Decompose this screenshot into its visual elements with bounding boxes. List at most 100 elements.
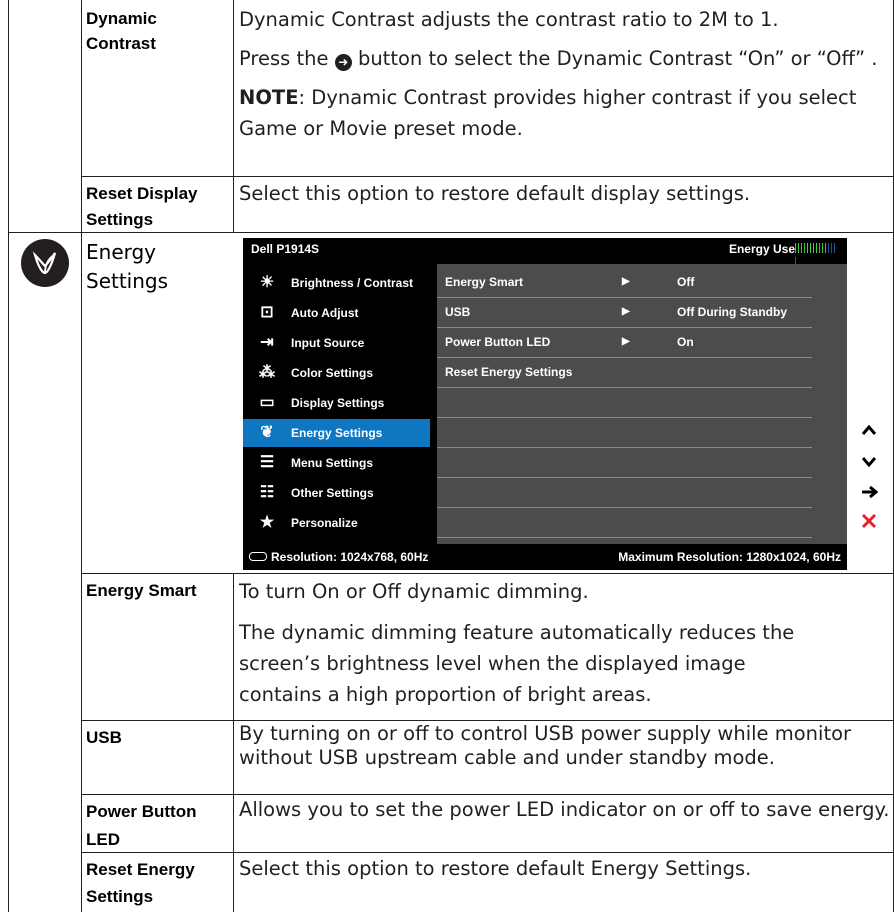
energy-meter-bar: [801, 243, 802, 253]
energy-meter-bar: [822, 243, 823, 253]
energy-leaf-icon: ❦: [260, 424, 274, 441]
osd-option-value: On: [677, 335, 694, 349]
table-border-left: [8, 0, 9, 912]
osd-option-name: Reset Energy Settings: [445, 365, 573, 379]
table-divider-col1: [81, 0, 82, 912]
osd-menu-screenshot: Dell P1914S Energy Use ☀ Brightness / Con…: [243, 238, 847, 570]
table-divider-col2b: [233, 573, 234, 912]
note-text: : Dynamic Contrast provides higher contr…: [239, 86, 857, 140]
auto-adjust-icon: ⊡: [260, 304, 274, 321]
press-text-2: button to select the Dynamic Contrast “O…: [357, 47, 878, 70]
osd-option-row: [437, 447, 812, 478]
osd-menu-item[interactable]: ⇥ Input Source: [243, 329, 430, 357]
reset-display-label: Reset Display Settings: [86, 184, 198, 229]
reset-energy-label: Reset Energy Settings: [86, 860, 195, 906]
osd-option-name: USB: [445, 305, 471, 319]
vga-connector-icon: [249, 552, 267, 561]
osd-option-row[interactable]: Power Button LED ▶ On: [437, 327, 812, 358]
energy-meter-bar: [810, 243, 811, 253]
right-arrow-icon: [861, 482, 879, 504]
energy-meter-bar: [795, 243, 796, 253]
osd-option-row[interactable]: Energy Smart ▶ Off: [437, 267, 812, 298]
osd-option-name: Power Button LED: [445, 335, 551, 349]
table-divider-col2: [233, 0, 234, 232]
osd-option-value: Off: [677, 275, 695, 289]
osd-menu-item-label: Auto Adjust: [291, 306, 359, 320]
power-led-desc: Allows you to set the power LED indicato…: [239, 798, 890, 821]
osd-option-value: Off During Standby: [677, 305, 787, 319]
row-divider: [81, 176, 894, 177]
osd-menu-item-label: Display Settings: [291, 396, 385, 410]
press-text: Press the: [239, 47, 329, 70]
power-led-label: Power Button LED: [86, 802, 197, 849]
osd-option-row: [437, 387, 812, 418]
dynamic-contrast-press: Press the ➜ button to select the Dynamic…: [239, 43, 889, 74]
energy-meter-bar: [831, 243, 832, 253]
resolution-text: Resolution: 1024x768, 60Hz: [271, 550, 429, 564]
osd-menu-item[interactable]: ❦ Energy Settings: [243, 419, 430, 447]
star-icon: ★: [259, 514, 275, 531]
osd-menu-item[interactable]: ⁂ Color Settings: [243, 359, 430, 387]
energy-meter-bar: [807, 243, 808, 253]
energy-meter-bar: [813, 243, 814, 253]
brightness-icon: ☀: [259, 274, 275, 291]
osd-menu-item[interactable]: ★ Personalize: [243, 509, 430, 537]
submenu-arrow-icon: ▶: [622, 336, 630, 347]
energy-meter-bar: [819, 243, 820, 253]
right-arrow-circle-icon: ➜: [334, 54, 352, 71]
osd-option-name: Energy Smart: [445, 275, 524, 289]
other-settings-icon: ☷: [259, 484, 275, 501]
osd-option-row: [437, 477, 812, 508]
energy-leaf-icon: [21, 239, 69, 287]
exit-x-icon: [861, 512, 877, 534]
energy-use-meter: [795, 243, 839, 267]
osd-title: Dell P1914S: [251, 242, 320, 256]
osd-menu-item-label: Menu Settings: [291, 456, 374, 470]
energy-smart-detail: The dynamic dimming feature automaticall…: [239, 621, 795, 706]
osd-menu-item-label: Color Settings: [291, 366, 374, 380]
energy-smart-text: To turn On or Off dynamic dimming.: [239, 580, 589, 603]
menu-settings-icon: ☰: [259, 454, 275, 471]
down-arrow-icon: [861, 452, 877, 474]
max-resolution-text: Maximum Resolution: 1280x1024, 60Hz: [618, 550, 841, 564]
energy-meter-bar: [816, 243, 817, 253]
osd-menu-item[interactable]: ⊡ Auto Adjust: [243, 299, 430, 327]
osd-menu-item-label: Personalize: [291, 516, 358, 530]
row-divider: [81, 720, 894, 721]
row-divider: [81, 573, 894, 574]
dynamic-contrast-desc: Dynamic Contrast adjusts the contrast ra…: [239, 4, 889, 144]
energy-meter-bar: [834, 243, 835, 253]
reset-energy-desc: Select this option to restore default En…: [239, 857, 752, 880]
submenu-arrow-icon: ▶: [622, 306, 630, 317]
color-settings-icon: ⁂: [259, 364, 275, 381]
osd-menu-item[interactable]: ☀ Brightness / Contrast: [243, 269, 430, 297]
osd-menu-item[interactable]: ☷ Other Settings: [243, 479, 430, 507]
energy-smart-label: Energy Smart: [86, 581, 197, 600]
osd-menu-item-label: Input Source: [291, 336, 365, 350]
dynamic-contrast-text: Dynamic Contrast adjusts the contrast ra…: [239, 8, 779, 31]
energy-meter-bar: [825, 243, 826, 253]
energy-meter-bar: [804, 243, 805, 253]
energy-settings-label: Energy Settings: [86, 240, 169, 293]
osd-menu-item[interactable]: ☰ Menu Settings: [243, 449, 430, 477]
dynamic-contrast-note: NOTE: Dynamic Contrast provides higher c…: [239, 82, 889, 144]
osd-menu-item-label: Other Settings: [291, 486, 374, 500]
energy-use-label: Energy Use: [728, 242, 795, 256]
osd-option-row[interactable]: Reset Energy Settings: [437, 357, 812, 388]
usb-desc: By turning on or off to control USB powe…: [239, 722, 852, 769]
osd-submenu: Energy Smart ▶ Off USB ▶ Off During Standby Po…: [437, 264, 847, 544]
osd-option-row: [437, 507, 812, 538]
dynamic-contrast-label: Dynamic Contrast: [86, 9, 157, 53]
energy-smart-desc: To turn On or Off dynamic dimming. The d…: [239, 576, 859, 710]
display-settings-icon: ▭: [259, 394, 275, 411]
up-arrow-icon: [861, 420, 877, 442]
energy-meter-bar: [798, 243, 799, 253]
osd-option-row[interactable]: USB ▶ Off During Standby: [437, 297, 812, 328]
submenu-arrow-icon: ▶: [622, 276, 630, 287]
osd-menu-item-label: Brightness / Contrast: [291, 276, 414, 290]
energy-meter-bar: [828, 243, 829, 253]
osd-menu-item[interactable]: ▭ Display Settings: [243, 389, 430, 417]
input-source-icon: ⇥: [260, 334, 274, 351]
note-label: NOTE: [239, 86, 299, 109]
osd-footer: Resolution: 1024x768, 60Hz Maximum Resol…: [243, 544, 847, 570]
